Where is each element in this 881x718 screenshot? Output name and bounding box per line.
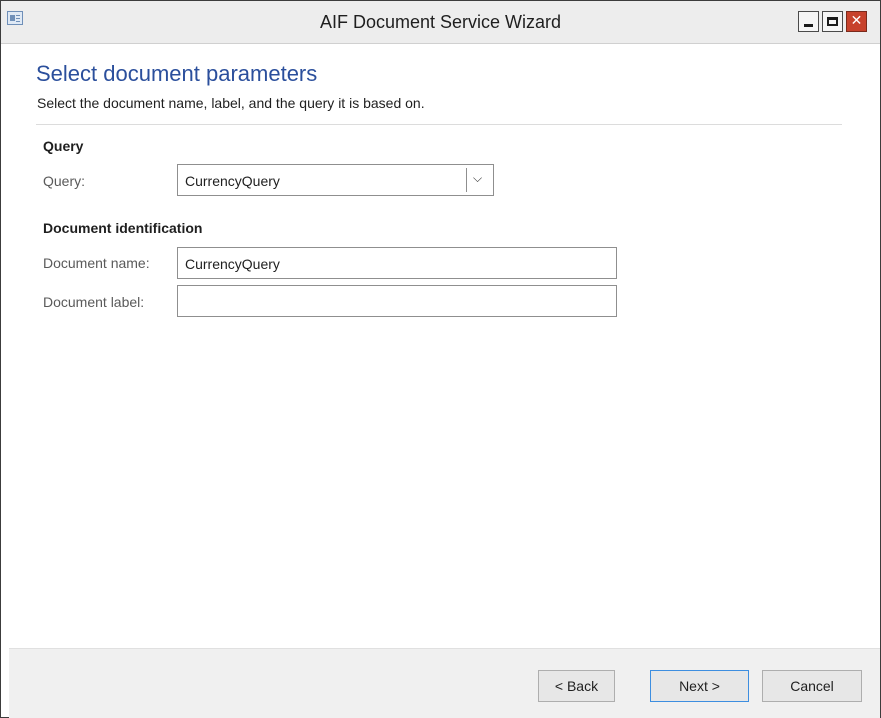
close-button[interactable]: ✕ [846, 11, 867, 32]
page-description: Select the document name, label, and the… [37, 95, 425, 111]
minimize-button[interactable] [798, 11, 819, 32]
window-title: AIF Document Service Wizard [319, 12, 562, 32]
query-value: CurrencyQuery [185, 173, 280, 189]
button-bar [9, 648, 880, 718]
header-divider [36, 124, 842, 125]
document-name-label: Document name: [43, 255, 150, 271]
query-group-title: Query [43, 138, 84, 154]
document-name-value: CurrencyQuery [185, 256, 280, 272]
chevron-down-icon[interactable]: ⌵ [473, 172, 483, 184]
title-bar[interactable]: AIF Document Service Wizard ✕ [1, 1, 880, 44]
cancel-button[interactable]: Cancel [762, 670, 862, 702]
document-identification-title: Document identification [43, 220, 203, 236]
minimize-icon [804, 24, 813, 27]
query-label: Query: [43, 173, 86, 189]
document-name-field[interactable]: CurrencyQuery [177, 247, 617, 279]
wizard-window: AIF Document Service Wizard ✕ Select doc… [0, 0, 881, 718]
page-title: Select document parameters [36, 61, 318, 86]
document-label-label: Document label: [43, 294, 145, 310]
next-button[interactable]: Next > [650, 670, 749, 702]
maximize-icon [827, 17, 838, 26]
combo-separator [466, 168, 467, 192]
close-icon: ✕ [850, 13, 863, 29]
back-button[interactable]: < Back [538, 670, 615, 702]
document-label-field[interactable] [177, 285, 617, 317]
maximize-button[interactable] [822, 11, 843, 32]
query-combobox[interactable]: CurrencyQuery ⌵ [177, 164, 494, 196]
